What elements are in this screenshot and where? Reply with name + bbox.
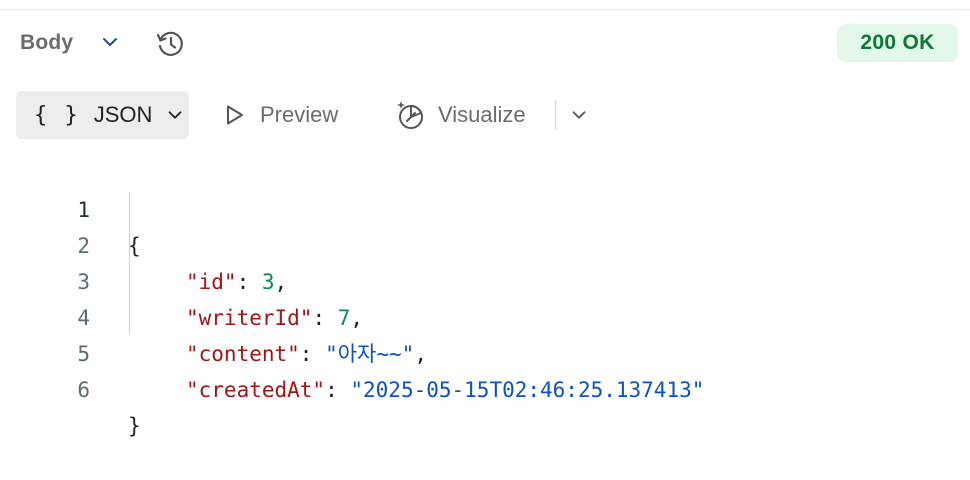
json-key: "createdAt" [186, 378, 326, 402]
line-number: 3 [77, 270, 90, 294]
line-number: 2 [77, 234, 90, 258]
json-colon: : [236, 270, 262, 294]
braces-icon: { } [34, 102, 80, 128]
json-key: "content" [186, 342, 300, 366]
json-key: "writerId" [186, 306, 313, 330]
line-number: 4 [77, 306, 90, 330]
json-view-label: JSON [93, 102, 153, 127]
json-key: "id" [186, 270, 237, 294]
play-icon [227, 105, 243, 125]
line-number: 6 [77, 378, 90, 402]
json-value: "2025-05-15T02:46:25.137413" [350, 378, 705, 402]
code-line: 3 "writerId": 7, [0, 228, 363, 330]
history-icon[interactable] [154, 28, 186, 60]
preview-label: Preview [260, 102, 339, 127]
close-brace: } [128, 414, 141, 438]
top-divider [0, 9, 970, 10]
code-line: 6 } [0, 336, 140, 438]
chevron-down-icon[interactable] [568, 104, 590, 126]
line-number: 5 [77, 342, 90, 366]
chevron-down-icon[interactable] [98, 30, 122, 54]
json-view-button[interactable]: { } JSON [16, 91, 189, 139]
json-field: "createdAt": "2025-05-15T02:46:25.137413… [186, 372, 704, 408]
json-colon: : [325, 378, 351, 402]
visualize-button[interactable]: Visualize [394, 93, 526, 137]
code-line: 5 "createdAt": "2025-05-15T02:46:25.1374… [0, 300, 704, 402]
json-field: "writerId": 7, [186, 300, 363, 336]
line-number: 1 [77, 198, 90, 222]
json-colon: : [299, 342, 326, 366]
json-comma: , [274, 270, 288, 294]
code-line: 1 { [0, 156, 140, 258]
json-comma: , [350, 306, 364, 330]
code-line: 4 "content": "아자~~", [0, 264, 427, 366]
json-value: "아자~~" [325, 342, 415, 366]
toolbar-divider [555, 100, 556, 130]
json-comma: , [414, 342, 427, 366]
json-colon: : [312, 306, 338, 330]
visualize-icon [397, 101, 423, 129]
preview-button[interactable]: Preview [222, 93, 338, 137]
json-value: 3 [261, 270, 275, 294]
visualize-label: Visualize [438, 102, 526, 127]
json-value: 7 [337, 306, 351, 330]
json-field: "content": "아자~~", [186, 336, 427, 372]
code-line: 2 "id": 3, [0, 192, 287, 294]
body-label: Body [20, 31, 74, 54]
status-badge: 200 OK [837, 24, 958, 62]
json-field: "id": 3, [186, 264, 287, 300]
chevron-down-icon [169, 111, 182, 119]
indent-guide [129, 192, 130, 334]
